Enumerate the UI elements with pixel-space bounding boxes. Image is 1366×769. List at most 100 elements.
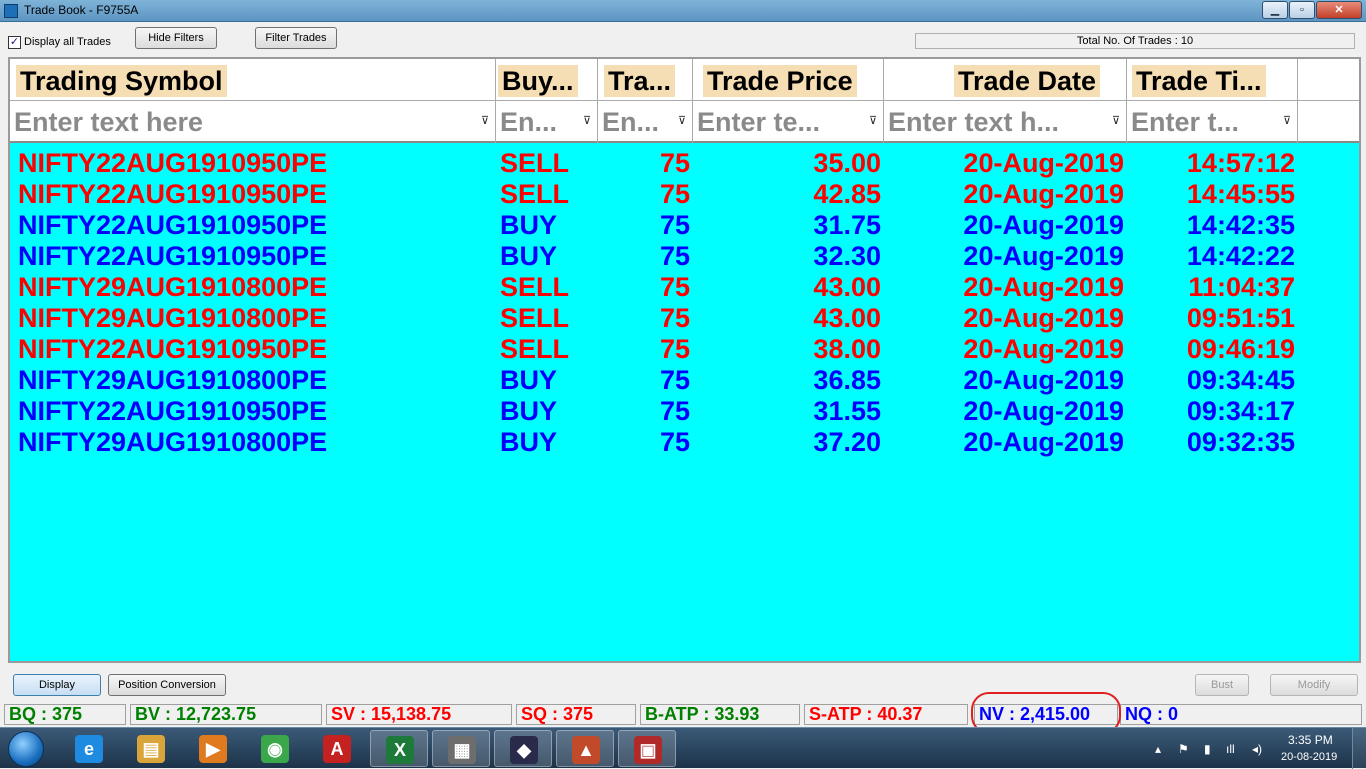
taskbar-button[interactable]: ▣: [618, 730, 676, 767]
filter-input[interactable]: Enter te...: [697, 107, 821, 137]
cell-trade-qty: 75: [659, 241, 690, 271]
filter-input[interactable]: Enter t...: [1131, 107, 1240, 137]
filter-icon[interactable]: ⊽: [581, 114, 593, 128]
cell-trade-time: 14:42:22: [1186, 241, 1295, 271]
position-conversion-button[interactable]: Position Conversion: [108, 674, 226, 696]
filter-trading-symbol[interactable]: Enter text here ⊽: [10, 101, 496, 143]
header-trade-time[interactable]: Trade Ti...: [1127, 59, 1298, 101]
header-trade-qty[interactable]: Tra...: [598, 59, 693, 101]
filter-trade-date[interactable]: Enter text h... ⊽: [884, 101, 1127, 143]
filter-icon[interactable]: ⊽: [479, 114, 491, 128]
taskbar-button[interactable]: ◆: [494, 730, 552, 767]
clock-date[interactable]: 20-08-2019: [1281, 751, 1337, 763]
cell-trade-date: 20-Aug-2019: [963, 148, 1124, 178]
bust-button[interactable]: Bust: [1195, 674, 1249, 696]
cell-trading-symbol: NIFTY29AUG1910800PE: [18, 303, 328, 333]
filter-input[interactable]: En...: [602, 107, 660, 137]
hide-filters-button[interactable]: Hide Filters: [135, 27, 217, 49]
acrobat-reader-icon: A: [323, 735, 351, 763]
signal-icon[interactable]: ıll: [1226, 742, 1235, 756]
tray-chevron-icon[interactable]: ▴: [1155, 742, 1161, 756]
close-button[interactable]: ✕: [1316, 1, 1362, 19]
filter-buy-sell[interactable]: En... ⊽: [496, 101, 598, 143]
taskbar-button[interactable]: ▶: [184, 730, 242, 767]
taskbar-button[interactable]: ▦: [432, 730, 490, 767]
cell-trade-price: 36.85: [813, 365, 881, 395]
start-button[interactable]: [8, 731, 44, 767]
table-row[interactable]: NIFTY22AUG1910950PE BUY 75 31.55 20-Aug-2019…: [10, 396, 1359, 427]
taskbar-button[interactable]: e: [60, 730, 118, 767]
taskbar: e ▤ ▶ ◉ A X ▦ ◆ ▲ ▣ ▴ ⚑ ▮ ıll ◂) 3:35 PM 20-08-20…: [0, 727, 1366, 769]
taskbar-button[interactable]: ▤: [122, 730, 180, 767]
cell-trading-symbol: NIFTY22AUG1910950PE: [18, 334, 328, 364]
action-center-flag-icon[interactable]: ⚑: [1178, 742, 1189, 756]
table-row[interactable]: NIFTY29AUG1910800PE BUY 75 36.85 20-Aug-2019…: [10, 365, 1359, 396]
table-row[interactable]: NIFTY29AUG1910800PE SELL 75 43.00 20-Aug-201…: [10, 272, 1359, 303]
cell-buy-sell: SELL: [500, 272, 570, 302]
cell-trade-qty: 75: [659, 272, 690, 302]
cell-trade-qty: 75: [659, 334, 690, 364]
display-all-checkbox[interactable]: ✓: [8, 36, 21, 49]
table-row[interactable]: NIFTY22AUG1910950PE SELL 75 42.85 20-Aug-201…: [10, 179, 1359, 210]
cell-trade-time: 14:45:55: [1186, 179, 1295, 209]
total-trades-count: Total No. Of Trades : 10: [915, 33, 1355, 49]
table-row[interactable]: NIFTY22AUG1910950PE BUY 75 32.30 20-Aug-2019…: [10, 241, 1359, 272]
cell-trading-symbol: NIFTY22AUG1910950PE: [18, 210, 328, 240]
header-buy-sell[interactable]: Buy...: [496, 59, 598, 101]
maximize-button[interactable]: ▫: [1289, 1, 1315, 19]
cell-trade-price: 37.20: [813, 427, 881, 457]
cell-buy-sell: BUY: [500, 427, 558, 457]
display-button[interactable]: Display: [13, 674, 101, 696]
filter-row: Enter text here ⊽ En... ⊽ En... ⊽ Enter te.…: [10, 101, 1359, 143]
cell-trading-symbol: NIFTY22AUG1910950PE: [18, 241, 328, 271]
file-explorer-icon: ▤: [137, 735, 165, 763]
window-title: Trade Book - F9755A: [24, 3, 139, 17]
taskbar-button[interactable]: ◉: [246, 730, 304, 767]
header-row: Trading Symbol Buy... Tra... Trade Price…: [10, 59, 1359, 101]
filter-input[interactable]: Enter text here: [14, 107, 204, 137]
taskbar-button[interactable]: ▲: [556, 730, 614, 767]
status-sell-qty: SQ : 375: [516, 704, 636, 725]
filter-trade-qty[interactable]: En... ⊽: [598, 101, 693, 143]
taskbar-button[interactable]: A: [308, 730, 366, 767]
show-desktop-button[interactable]: [1352, 728, 1366, 769]
filter-icon[interactable]: ⊽: [867, 114, 879, 128]
status-buy-qty: BQ : 375: [4, 704, 126, 725]
display-all-label[interactable]: Display all Trades: [24, 36, 111, 48]
filter-icon[interactable]: ⊽: [676, 114, 688, 128]
cell-trade-date: 20-Aug-2019: [963, 396, 1124, 426]
cell-trade-time: 09:34:17: [1186, 396, 1295, 426]
cell-trading-symbol: NIFTY29AUG1910800PE: [18, 427, 328, 457]
cell-buy-sell: BUY: [500, 241, 558, 271]
cell-trade-price: 31.55: [813, 396, 881, 426]
filter-trade-price[interactable]: Enter te... ⊽: [693, 101, 884, 143]
table-row[interactable]: NIFTY22AUG1910950PE SELL 75 35.00 20-Aug-201…: [10, 148, 1359, 179]
filter-input[interactable]: En...: [500, 107, 558, 137]
table-row[interactable]: NIFTY22AUG1910950PE BUY 75 31.75 20-Aug-2019…: [10, 210, 1359, 241]
cell-trade-price: 38.00: [813, 334, 881, 364]
filter-icon[interactable]: ⊽: [1281, 114, 1293, 128]
cell-trade-date: 20-Aug-2019: [963, 365, 1124, 395]
table-row[interactable]: NIFTY29AUG1910800PE SELL 75 43.00 20-Aug-201…: [10, 303, 1359, 334]
cell-trading-symbol: NIFTY29AUG1910800PE: [18, 365, 328, 395]
cell-trade-price: 43.00: [813, 272, 881, 302]
filter-input[interactable]: Enter text h...: [888, 107, 1060, 137]
taskbar-button[interactable]: X: [370, 730, 428, 767]
filter-trades-button[interactable]: Filter Trades: [255, 27, 337, 49]
filter-trade-time[interactable]: Enter t... ⊽: [1127, 101, 1298, 143]
cell-trade-date: 20-Aug-2019: [963, 303, 1124, 333]
calculator-icon: ▦: [448, 736, 476, 764]
header-trade-date[interactable]: Trade Date: [884, 59, 1127, 101]
cell-trade-date: 20-Aug-2019: [963, 210, 1124, 240]
clock-time[interactable]: 3:35 PM: [1288, 733, 1333, 747]
table-row[interactable]: NIFTY22AUG1910950PE SELL 75 38.00 20-Aug-201…: [10, 334, 1359, 365]
header-trading-symbol[interactable]: Trading Symbol: [10, 59, 496, 101]
header-trade-price[interactable]: Trade Price: [693, 59, 884, 101]
table-row[interactable]: NIFTY29AUG1910800PE BUY 75 37.20 20-Aug-2019…: [10, 427, 1359, 458]
volume-icon[interactable]: ◂): [1252, 742, 1262, 756]
modify-button[interactable]: Modify: [1270, 674, 1358, 696]
network-icon[interactable]: ▮: [1204, 742, 1211, 756]
filter-icon[interactable]: ⊽: [1110, 114, 1122, 128]
minimize-button[interactable]: ▁: [1262, 1, 1288, 19]
cell-trade-price: 43.00: [813, 303, 881, 333]
